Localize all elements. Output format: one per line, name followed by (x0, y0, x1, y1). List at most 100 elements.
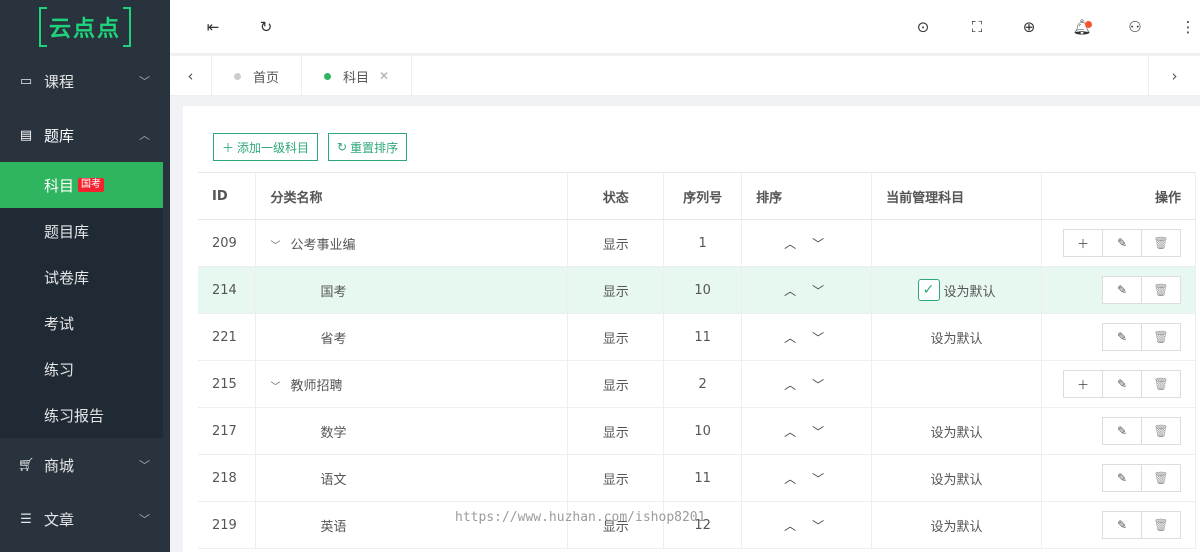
cell-name: ﹀ 公考事业编 (255, 219, 569, 267)
edit-button[interactable]: ✎ (1102, 229, 1142, 257)
delete-button[interactable]: 🗑︎ (1141, 417, 1181, 445)
user-icon[interactable]: ⚇ (1120, 0, 1150, 54)
cell-name-text: 公考事业编 (290, 237, 356, 253)
tab-bar: ‹ 首页 科目 ✕ › (170, 56, 1200, 96)
sort-down-icon[interactable]: ﹀ (812, 517, 824, 534)
edit-button[interactable]: ✎ (1102, 464, 1142, 492)
sort-down-icon[interactable]: ﹀ (812, 282, 824, 299)
cell-default: ✓ 设为默认 (871, 266, 1042, 314)
sort-up-icon[interactable]: ︿ (784, 376, 796, 393)
cell-sort: ︿ ﹀ (741, 219, 873, 267)
delete-button[interactable]: 🗑︎ (1141, 511, 1181, 539)
edit-button[interactable]: ✎ (1102, 370, 1142, 398)
cell-name-text: 教师招聘 (290, 378, 343, 394)
chevron-down-icon: ﹀ (139, 459, 150, 472)
upload-icon[interactable]: ⊙ (908, 0, 938, 54)
logo-text: 云点点 (38, 7, 132, 47)
sort-up-icon[interactable]: ︿ (784, 517, 796, 534)
sort-down-icon[interactable]: ﹀ (812, 235, 824, 252)
sidebar-item-practice-report[interactable]: 练习报告 (0, 392, 163, 438)
cell-id: 209 (198, 219, 257, 267)
set-default-link[interactable]: 设为默认 (871, 501, 1042, 549)
add-subject-label: 添加一级科目 (237, 140, 310, 155)
set-default-link[interactable]: 设为默认 (871, 454, 1042, 502)
collapse-chevron-icon[interactable]: ﹀ (270, 237, 282, 252)
cell-name-text: 省考 (320, 331, 347, 347)
cell-status: 显示 (567, 313, 665, 361)
sort-down-icon[interactable]: ﹀ (812, 470, 824, 487)
cell-sort: ︿ ﹀ (741, 360, 873, 408)
sidebar-group-question-bank[interactable]: ▤ 题库 ︿ (0, 108, 170, 162)
reset-sort-button[interactable]: ↻ 重置排序 (328, 133, 408, 161)
bell-icon[interactable]: 🔔︎ (1067, 0, 1097, 54)
tab-scroll-left-icon[interactable]: ‹ (170, 56, 212, 95)
sidebar-group-shop[interactable]: 🛒︎ 商城 ﹀ (0, 438, 170, 492)
sidebar-group-label: 文章 (44, 510, 75, 529)
cell-seq: 11 (663, 454, 743, 502)
fullscreen-icon[interactable]: ⛶ (962, 0, 992, 54)
sidebar-group-article[interactable]: ☰ 文章 ﹀ (0, 492, 170, 546)
globe-icon[interactable]: ⊕ (1014, 0, 1044, 54)
set-default-link[interactable]: 设为默认 (871, 407, 1042, 455)
video-icon: ▭ (19, 73, 33, 89)
sidebar-item-paper-library[interactable]: 试卷库 (0, 254, 163, 300)
toolbar: ＋ 添加一级科目 ↻ 重置排序 (213, 133, 408, 161)
sort-up-icon[interactable]: ︿ (784, 470, 796, 487)
default-checkbox[interactable]: ✓ (917, 279, 940, 301)
col-header-actions: 操作 (1041, 172, 1197, 220)
tab-subject[interactable]: 科目 ✕ (302, 56, 413, 96)
cell-id: 217 (198, 407, 257, 455)
sort-down-icon[interactable]: ﹀ (812, 423, 824, 440)
edit-button[interactable]: ✎ (1102, 417, 1142, 445)
sidebar-item-question-library[interactable]: 题目库 (0, 208, 163, 254)
subject-table: ID 分类名称 状态 序列号 排序 当前管理科目 操作 209 ﹀ 公考事业编 显… (198, 172, 1197, 549)
cell-name: 语文 (255, 454, 569, 502)
set-default-link[interactable]: 设为默认 (871, 313, 1042, 361)
more-vertical-icon[interactable]: ⋮ (1173, 0, 1200, 54)
delete-button[interactable]: 🗑︎ (1141, 229, 1181, 257)
tab-home[interactable]: 首页 (212, 56, 303, 96)
add-subject-button[interactable]: ＋ 添加一级科目 (213, 133, 319, 161)
tab-spacer (412, 56, 1148, 95)
refresh-icon[interactable]: ↻ (251, 0, 281, 54)
sort-up-icon[interactable]: ︿ (784, 282, 796, 299)
cell-actions: ＋ ✎ 🗑︎ (1041, 219, 1197, 267)
sort-down-icon[interactable]: ﹀ (812, 376, 824, 393)
cell-seq: 12 (663, 501, 743, 549)
cell-status: 显示 (567, 360, 665, 408)
sidebar-item-subject[interactable]: 科目 国考 (0, 162, 163, 208)
sidebar-group-course[interactable]: ▭ 课程 ﹀ (0, 54, 170, 108)
add-child-button[interactable]: ＋ (1063, 229, 1103, 257)
edit-button[interactable]: ✎ (1102, 276, 1142, 304)
watermark-text: https://www.huzhan.com/ishop8201 (455, 510, 706, 525)
sort-up-icon[interactable]: ︿ (784, 235, 796, 252)
tab-label: 首页 (253, 70, 280, 86)
sort-down-icon[interactable]: ﹀ (812, 329, 824, 346)
table-row: 209 ﹀ 公考事业编 显示 1 ︿ ﹀ ＋ ✎ 🗑︎ (198, 219, 1197, 267)
cell-actions: ＋ ✎ 🗑︎ (1041, 360, 1197, 408)
col-header-id: ID (198, 172, 257, 220)
table-row: 219 英语 显示 12 ︿ ﹀ 设为默认 ✎ 🗑︎ (198, 501, 1197, 549)
menu-fold-icon[interactable]: ⇤ (198, 0, 228, 54)
sidebar-group-label: 商城 (44, 456, 75, 475)
delete-button[interactable]: 🗑︎ (1141, 370, 1181, 398)
sidebar-item-practice[interactable]: 练习 (0, 346, 163, 392)
close-icon[interactable]: ✕ (379, 69, 389, 83)
edit-button[interactable]: ✎ (1102, 323, 1142, 351)
delete-button[interactable]: 🗑︎ (1141, 323, 1181, 351)
col-header-status: 状态 (567, 172, 665, 220)
sidebar-item-exam[interactable]: 考试 (0, 300, 163, 346)
collapse-chevron-icon[interactable]: ﹀ (270, 378, 282, 393)
sort-up-icon[interactable]: ︿ (784, 329, 796, 346)
sidebar-item-label: 考试 (44, 314, 75, 333)
tab-scroll-right-icon[interactable]: › (1148, 56, 1200, 95)
edit-button[interactable]: ✎ (1102, 511, 1142, 539)
cell-id: 219 (198, 501, 257, 549)
article-icon: ☰ (20, 511, 32, 527)
logo[interactable]: 云点点 (0, 0, 170, 54)
add-child-button[interactable]: ＋ (1063, 370, 1103, 398)
delete-button[interactable]: 🗑︎ (1141, 276, 1181, 304)
delete-button[interactable]: 🗑︎ (1141, 464, 1181, 492)
cart-icon: 🛒︎ (17, 457, 35, 473)
sort-up-icon[interactable]: ︿ (784, 423, 796, 440)
